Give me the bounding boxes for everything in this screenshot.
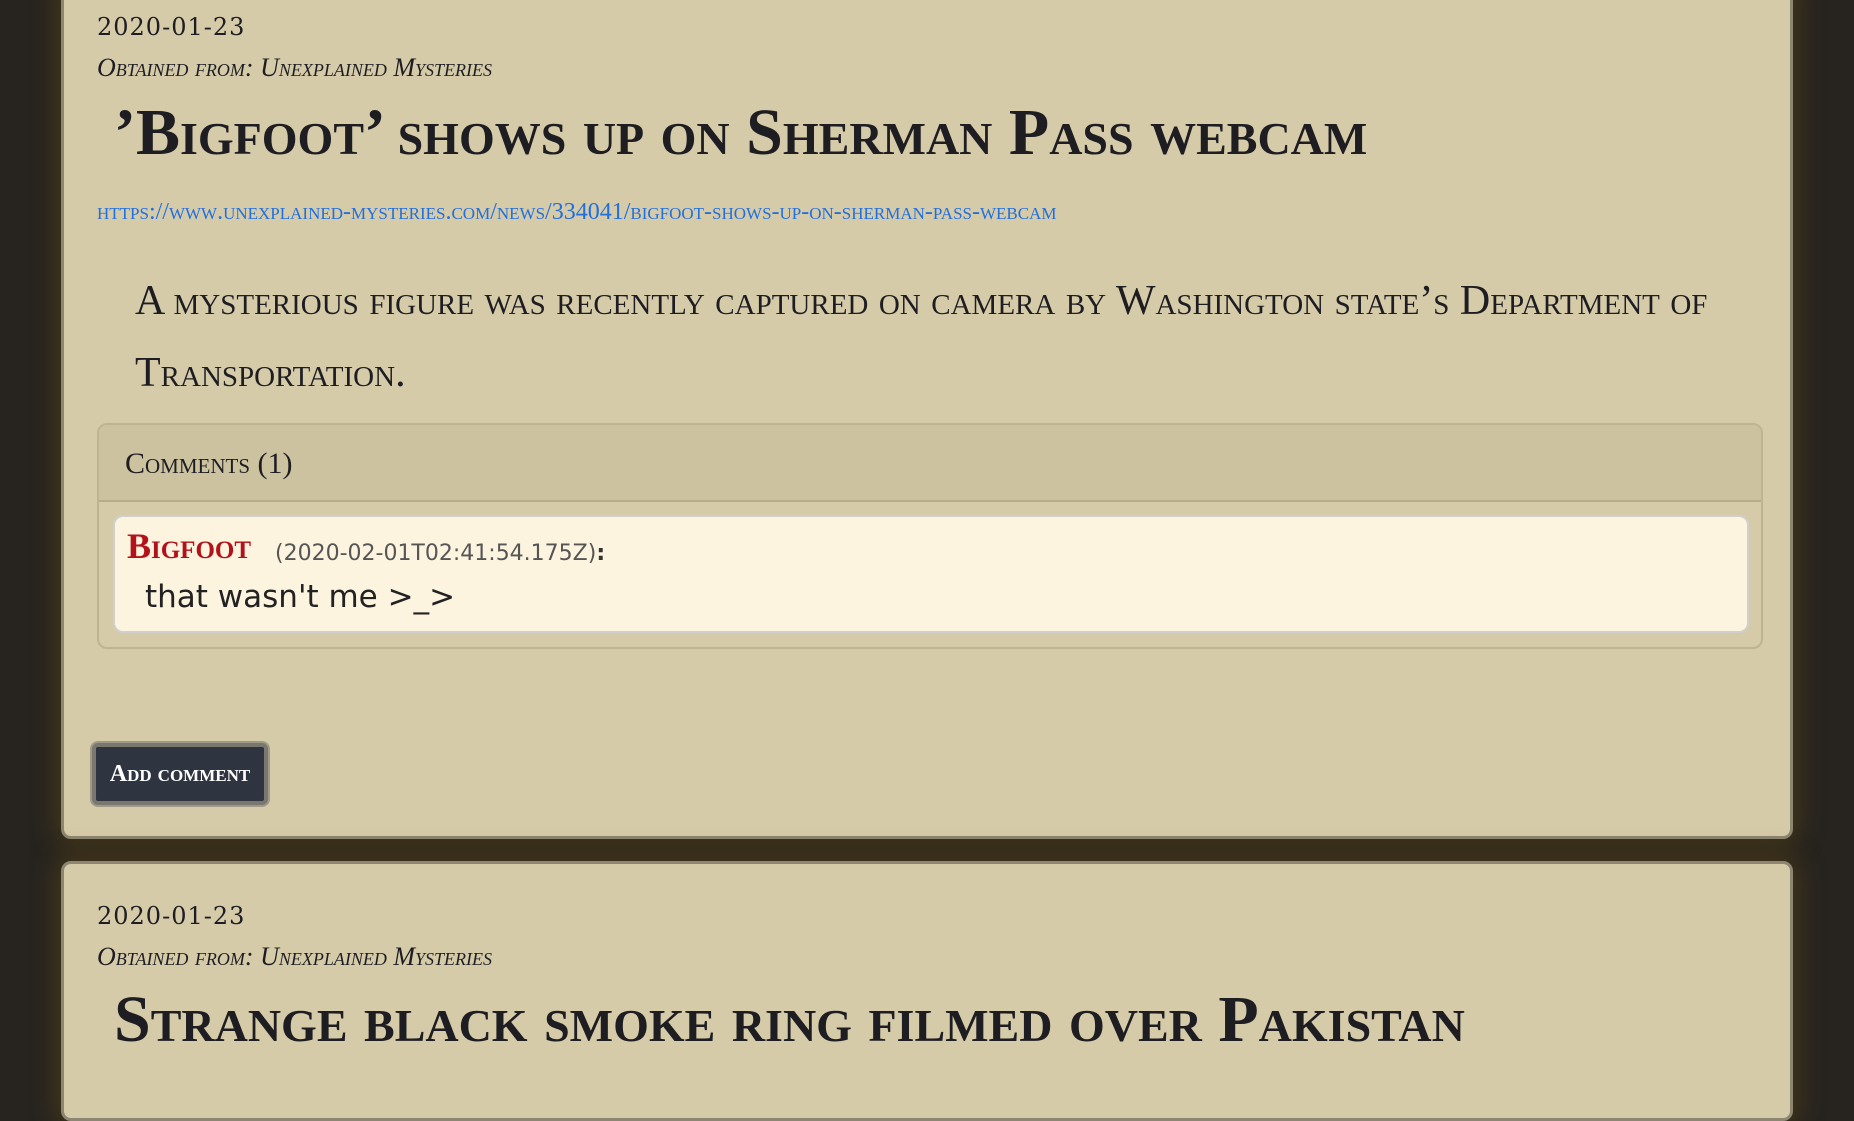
post-source: Obtained from: Unexplained Mysteries <box>97 53 493 82</box>
article-link[interactable]: https://www.unexplained-mysteries.com/ne… <box>97 199 1057 226</box>
comment-text: that wasn't me >_> <box>145 579 456 615</box>
comment-timestamp: (2020-02-01T02:41:54.175Z): <box>275 541 605 566</box>
post-summary: A mysterious figure was recently capture… <box>135 278 1708 396</box>
comments-panel: Comments (1) Bigfoot (2020-02-01T02:41:5… <box>97 423 1763 649</box>
post-date: 2020-01-23 <box>97 902 246 930</box>
comments-header[interactable]: Comments (1) <box>99 425 1761 502</box>
post-source: Obtained from: Unexplained Mysteries <box>97 942 493 971</box>
post-title: ’Bigfoot’ shows up on Sherman Pass webca… <box>114 96 1368 169</box>
comment-author: Bigfoot <box>127 526 252 566</box>
news-card: 2020-01-23 Obtained from: Unexplained My… <box>61 0 1793 839</box>
comment-colon: : <box>596 541 606 566</box>
comment-timestamp-value: (2020-02-01T02:41:54.175Z) <box>275 541 597 566</box>
news-card: 2020-01-23 Obtained from: Unexplained My… <box>61 861 1793 1121</box>
post-date: 2020-01-23 <box>97 13 246 41</box>
post-title: Strange black smoke ring filmed over Pak… <box>114 983 1465 1056</box>
add-comment-button[interactable]: Add comment <box>92 743 268 805</box>
comment-item: Bigfoot (2020-02-01T02:41:54.175Z): that… <box>113 515 1749 633</box>
